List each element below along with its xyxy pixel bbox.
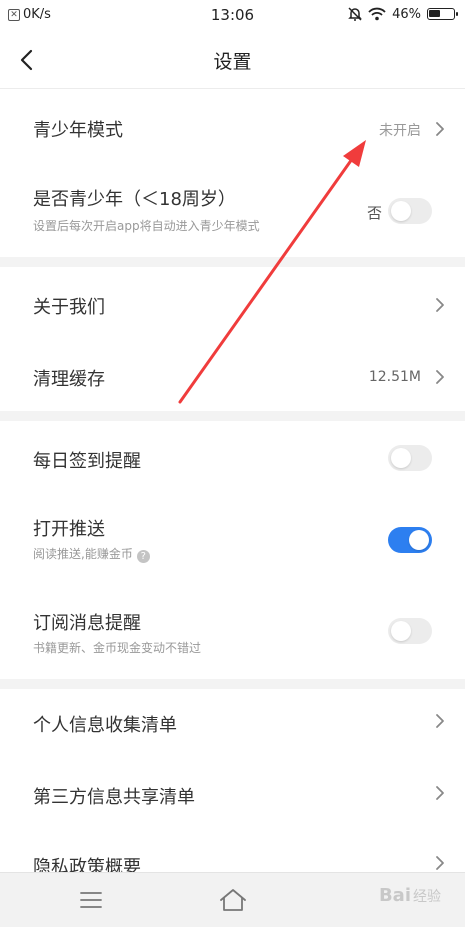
teen-mode-status: 未开启 [379,123,421,139]
nav-header: 设置 [0,32,465,89]
watermark-suffix: 经验 [413,889,441,905]
third-party-label: 第三方信息共享清单 [33,787,195,808]
row-teen-mode[interactable]: 青少年模式 未开启 [0,89,465,165]
toggle-knob [409,530,429,550]
chevron-right-icon [436,370,444,384]
home-icon[interactable] [218,886,248,914]
battery-fill [429,10,440,17]
system-nav-bar: Bai 经验 [0,872,465,927]
row-checkin-reminder: 每日签到提醒 [0,421,465,495]
chevron-right-icon [436,714,444,728]
checkin-reminder-toggle[interactable] [388,445,432,471]
subscription-toggle[interactable] [388,618,432,644]
section-divider [0,679,465,689]
push-label: 打开推送 [33,519,105,540]
menu-icon[interactable] [80,891,102,909]
help-icon[interactable]: ? [136,550,150,563]
row-personal-info-list[interactable]: 个人信息收集清单 [0,689,465,761]
row-subscription: 订阅消息提醒 书籍更新、金币现金变动不错过 [0,587,465,679]
is-teen-label: 是否青少年（＜18周岁） [33,189,236,210]
row-push: 打开推送 阅读推送,能赚金币? [0,495,465,587]
push-description-text: 阅读推送,能赚金币 [33,547,133,561]
push-description: 阅读推送,能赚金币? [33,545,150,563]
chevron-right-icon [436,122,444,136]
row-about-us[interactable]: 关于我们 [0,267,465,341]
is-teen-toggle[interactable] [388,198,432,224]
battery-icon [427,8,458,20]
page-title: 设置 [213,51,252,73]
push-toggle[interactable] [388,527,432,553]
cache-size: 12.51M [368,369,421,385]
chevron-right-icon [436,786,444,800]
status-bar: ✕ 0K/s 13:06 46% [0,0,465,32]
toggle-knob [391,621,411,641]
chevron-right-icon [436,856,444,870]
section-divider [0,411,465,421]
watermark-logo: Bai 经验 [379,885,441,906]
row-third-party-list[interactable]: 第三方信息共享清单 [0,761,465,833]
subscription-label: 订阅消息提醒 [33,613,141,634]
chevron-right-icon [436,298,444,312]
mute-bell-icon [348,7,362,21]
clear-cache-label: 清理缓存 [33,369,105,390]
section-divider [0,257,465,267]
about-us-label: 关于我们 [33,297,105,318]
toggle-knob [391,448,411,468]
toggle-knob [391,201,411,221]
checkin-reminder-label: 每日签到提醒 [33,451,141,472]
personal-info-label: 个人信息收集清单 [33,715,177,736]
row-is-teen: 是否青少年（＜18周岁） 设置后每次开启app将自动进入青少年模式 否 [0,165,465,257]
watermark-text: Bai [378,885,411,906]
status-icons: 46% [342,6,458,22]
subscription-description: 书籍更新、金币现金变动不错过 [33,641,202,655]
is-teen-description: 设置后每次开启app将自动进入青少年模式 [33,219,260,233]
settings-screen: ✕ 0K/s 13:06 46% 设置 青少年模式 未开启 是否青少年（＜18周… [0,0,465,927]
battery-percent: 46% [392,6,421,22]
is-teen-toggle-label: 否 [366,204,382,222]
wifi-icon [368,7,386,21]
row-clear-cache[interactable]: 清理缓存 12.51M [0,341,465,411]
teen-mode-label: 青少年模式 [33,120,123,141]
